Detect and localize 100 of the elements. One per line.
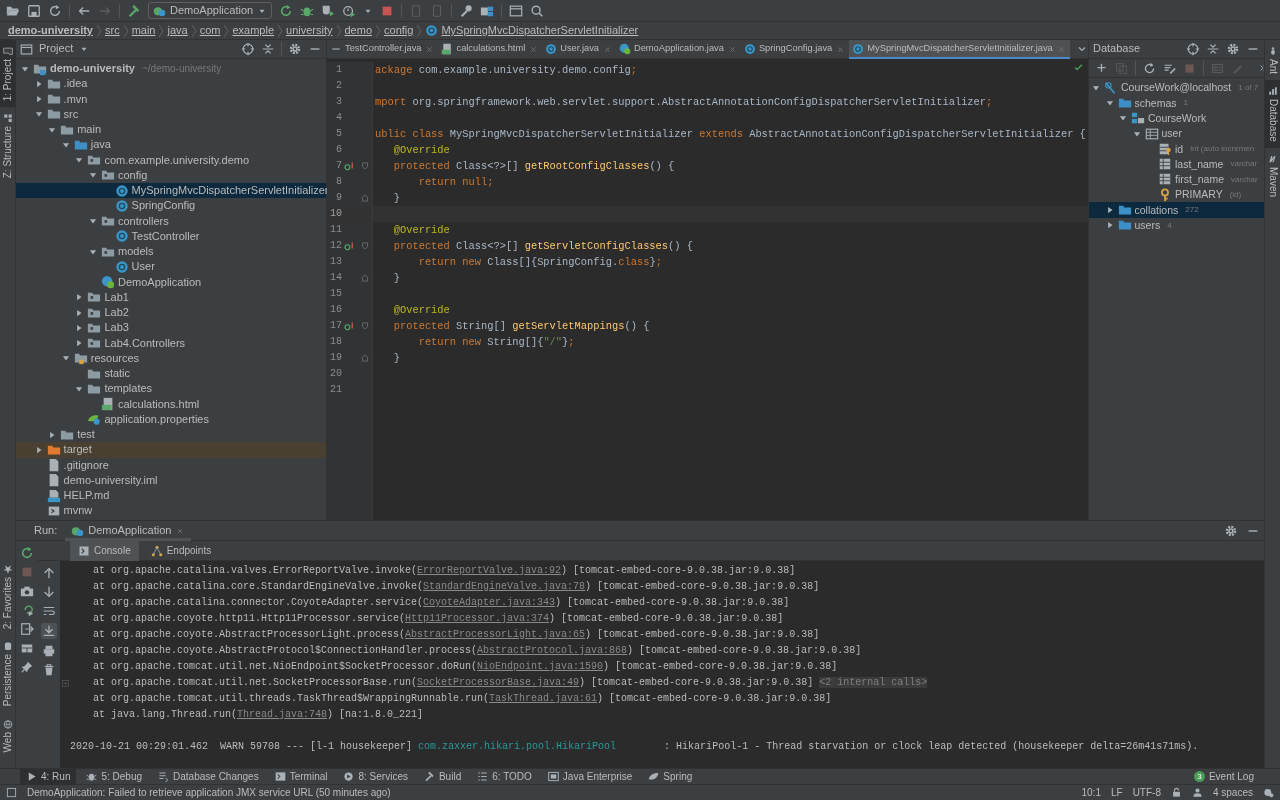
tree-row[interactable]: java bbox=[16, 137, 326, 153]
tool-window-tab[interactable]: Web bbox=[0, 712, 16, 758]
tool-window-button[interactable]: 5: Debug bbox=[80, 768, 149, 785]
locate-icon[interactable] bbox=[241, 42, 255, 56]
down-arrow-icon[interactable] bbox=[42, 585, 56, 599]
tool-window-tab[interactable]: 1: Project bbox=[0, 40, 16, 108]
camera-icon[interactable] bbox=[20, 584, 34, 598]
editor-tab[interactable]: DemoApplication.java bbox=[616, 39, 741, 59]
settings-icon[interactable] bbox=[288, 42, 302, 56]
tree-row[interactable]: Lab4.Controllers bbox=[16, 335, 326, 351]
tree-row[interactable]: user bbox=[1089, 125, 1264, 142]
editor-tab[interactable]: calculations.html bbox=[438, 39, 543, 59]
tool-window-tab[interactable]: Database bbox=[1265, 80, 1280, 148]
soft-wrap-icon[interactable] bbox=[42, 604, 56, 618]
up-arrow-icon[interactable] bbox=[42, 566, 56, 580]
tree-row[interactable]: .idea bbox=[16, 76, 326, 92]
tree-row[interactable]: Lab1 bbox=[16, 289, 326, 305]
tree-row[interactable]: DemoApplication bbox=[16, 274, 326, 290]
event-log-button[interactable]: 3 Event Log bbox=[1187, 768, 1260, 785]
window-icon[interactable] bbox=[509, 3, 524, 18]
run-configuration-dropdown[interactable]: DemoApplication bbox=[148, 2, 273, 19]
override-icon[interactable] bbox=[344, 160, 355, 172]
tool-window-tab[interactable]: Persistence bbox=[0, 635, 16, 713]
tree-row[interactable]: CourseWork bbox=[1089, 110, 1264, 126]
console-tab[interactable]: Console bbox=[70, 540, 139, 561]
tree-row[interactable]: .mvn bbox=[16, 91, 326, 107]
tool-window-button[interactable]: Java Enterprise bbox=[541, 768, 639, 785]
tree-row[interactable]: Lab2 bbox=[16, 305, 326, 321]
tool-window-button[interactable]: 4: Run bbox=[20, 768, 77, 785]
collapse-all-icon[interactable] bbox=[1206, 42, 1220, 56]
tree-row[interactable]: templates bbox=[16, 381, 326, 397]
tool-window-tab[interactable]: Maven bbox=[1265, 147, 1280, 203]
tool-window-button[interactable]: 6: TODO bbox=[471, 768, 538, 785]
coverage-run-icon[interactable] bbox=[321, 3, 336, 18]
tree-row[interactable]: SpringConfig bbox=[16, 198, 326, 214]
wrench-icon[interactable] bbox=[459, 3, 474, 18]
caret-position[interactable]: 10:1 bbox=[1081, 786, 1101, 799]
breadcrumb-link[interactable]: src bbox=[104, 23, 120, 38]
tree-row[interactable]: MySpringMvcDispatcherServletInitializer bbox=[16, 183, 326, 199]
tree-row[interactable]: controllers bbox=[16, 213, 326, 229]
editor-tab[interactable]: User.java bbox=[542, 39, 616, 59]
editor-tab[interactable]: TestController.java bbox=[327, 39, 439, 59]
override-icon[interactable] bbox=[344, 240, 355, 252]
tree-row[interactable]: com.example.university.demo bbox=[16, 152, 326, 168]
refresh-icon[interactable] bbox=[1143, 61, 1156, 75]
tree-row[interactable]: calculations.html bbox=[16, 396, 326, 412]
breadcrumb-link[interactable]: config bbox=[384, 23, 414, 38]
tree-row[interactable]: src bbox=[16, 106, 326, 122]
rerun-icon[interactable] bbox=[20, 546, 34, 560]
profiler-icon[interactable] bbox=[342, 3, 357, 18]
tool-window-tab[interactable]: Z: Structure bbox=[0, 107, 16, 185]
status-icon[interactable] bbox=[6, 787, 17, 798]
breadcrumb-link[interactable]: university bbox=[286, 23, 333, 38]
trash-icon[interactable] bbox=[42, 663, 56, 678]
tool-window-tab[interactable]: Ant bbox=[1265, 40, 1280, 80]
exit-icon[interactable] bbox=[20, 622, 34, 636]
tool-window-button[interactable]: Terminal bbox=[268, 768, 334, 785]
tool-window-button[interactable]: Spring bbox=[642, 768, 699, 785]
scroll-to-end-icon[interactable] bbox=[42, 624, 56, 639]
inspector-icon[interactable] bbox=[1191, 787, 1203, 798]
breadcrumb-link[interactable]: com bbox=[199, 23, 221, 38]
editor-tab[interactable]: SpringConfig.java bbox=[740, 39, 850, 59]
tree-row[interactable]: main bbox=[16, 122, 326, 138]
tree-row[interactable]: TestController bbox=[16, 228, 326, 244]
pin-icon[interactable] bbox=[20, 660, 34, 674]
hammer-icon[interactable] bbox=[127, 3, 141, 18]
sync-icon[interactable] bbox=[48, 3, 62, 18]
tree-row[interactable]: Lab3 bbox=[16, 320, 326, 336]
collapse-all-icon[interactable] bbox=[261, 42, 275, 56]
run-tab[interactable]: DemoApplication bbox=[65, 520, 192, 541]
tool-window-tab[interactable]: 2: Favorites bbox=[0, 558, 16, 636]
breadcrumb-link[interactable]: example bbox=[232, 23, 275, 38]
print-icon[interactable] bbox=[42, 644, 56, 659]
tree-row[interactable]: models bbox=[16, 244, 326, 260]
settings-icon[interactable] bbox=[1226, 42, 1240, 56]
memory-indicator-icon[interactable] bbox=[1263, 787, 1274, 798]
console-tab[interactable]: Endpoints bbox=[142, 540, 220, 561]
tree-row[interactable]: collations 272 bbox=[1089, 202, 1264, 218]
tool-window-button[interactable]: Database Changes bbox=[152, 768, 265, 785]
tree-row[interactable]: HELP.md bbox=[16, 488, 326, 504]
lock-icon[interactable] bbox=[1170, 787, 1182, 798]
file-encoding[interactable]: UTF-8 bbox=[1132, 786, 1161, 799]
tree-row[interactable]: application.properties bbox=[16, 411, 326, 427]
breadcrumb-link[interactable]: demo bbox=[344, 23, 373, 38]
breadcrumb-link[interactable]: main bbox=[131, 23, 156, 38]
indent-setting[interactable]: 4 spaces bbox=[1212, 786, 1253, 799]
tree-row[interactable]: static bbox=[16, 366, 326, 382]
tree-row[interactable]: .gitignore bbox=[16, 457, 326, 473]
breadcrumb-link[interactable]: demo-university bbox=[8, 23, 93, 38]
tool-window-button[interactable]: Build bbox=[417, 768, 468, 785]
settings-icon[interactable] bbox=[1224, 523, 1238, 538]
breadcrumb-link[interactable]: MySpringMvcDispatcherServletInitializer bbox=[441, 23, 639, 38]
add-icon[interactable] bbox=[1095, 61, 1108, 75]
tree-row[interactable]: demo-university.iml bbox=[16, 472, 326, 488]
tool-window-button[interactable]: 8: Services bbox=[337, 768, 414, 785]
tree-row[interactable]: test bbox=[16, 427, 326, 443]
breadcrumb-link[interactable]: java bbox=[167, 23, 188, 38]
line-separator[interactable]: LF bbox=[1110, 786, 1123, 799]
tree-row[interactable]: User bbox=[16, 259, 326, 275]
save-icon[interactable] bbox=[27, 3, 41, 18]
